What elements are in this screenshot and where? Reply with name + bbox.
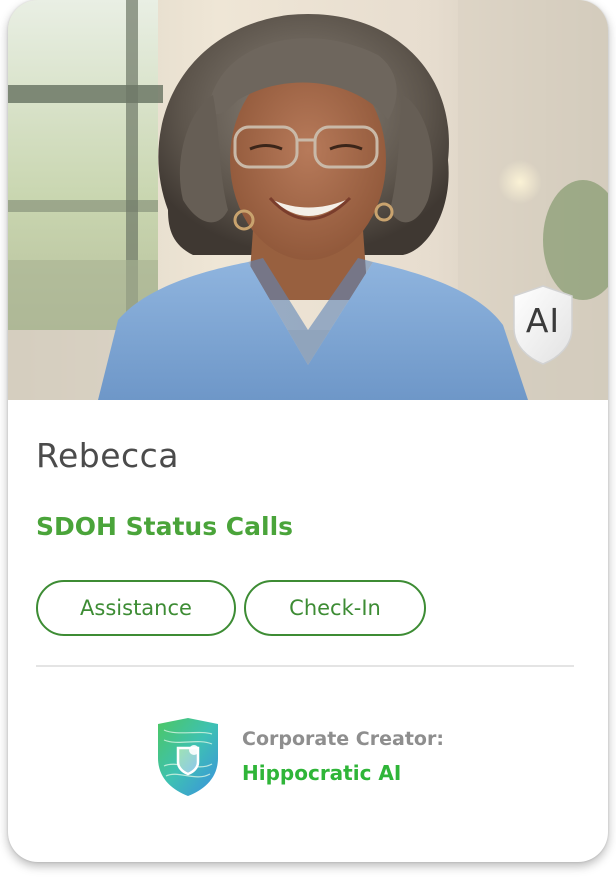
agent-role: SDOH Status Calls	[36, 512, 294, 541]
ai-badge: AI	[510, 284, 576, 366]
hippocratic-shield-logo-icon	[154, 716, 222, 798]
agent-name: Rebecca	[36, 436, 180, 475]
creator-name[interactable]: Hippocratic AI	[242, 761, 401, 785]
creator-label: Corporate Creator:	[242, 728, 444, 750]
creator-section: Corporate Creator: Hippocratic AI	[154, 716, 494, 800]
tag-assistance[interactable]: Assistance	[36, 580, 236, 636]
divider	[36, 665, 574, 667]
tag-check-in[interactable]: Check-In	[244, 580, 426, 636]
agent-photo: AI	[8, 0, 608, 400]
agent-info: Rebecca SDOH Status Calls Assistance Che…	[8, 400, 608, 862]
ai-badge-label: AI	[525, 301, 561, 340]
agent-card[interactable]: AI Rebecca SDOH Status Calls Assistance …	[8, 0, 608, 862]
